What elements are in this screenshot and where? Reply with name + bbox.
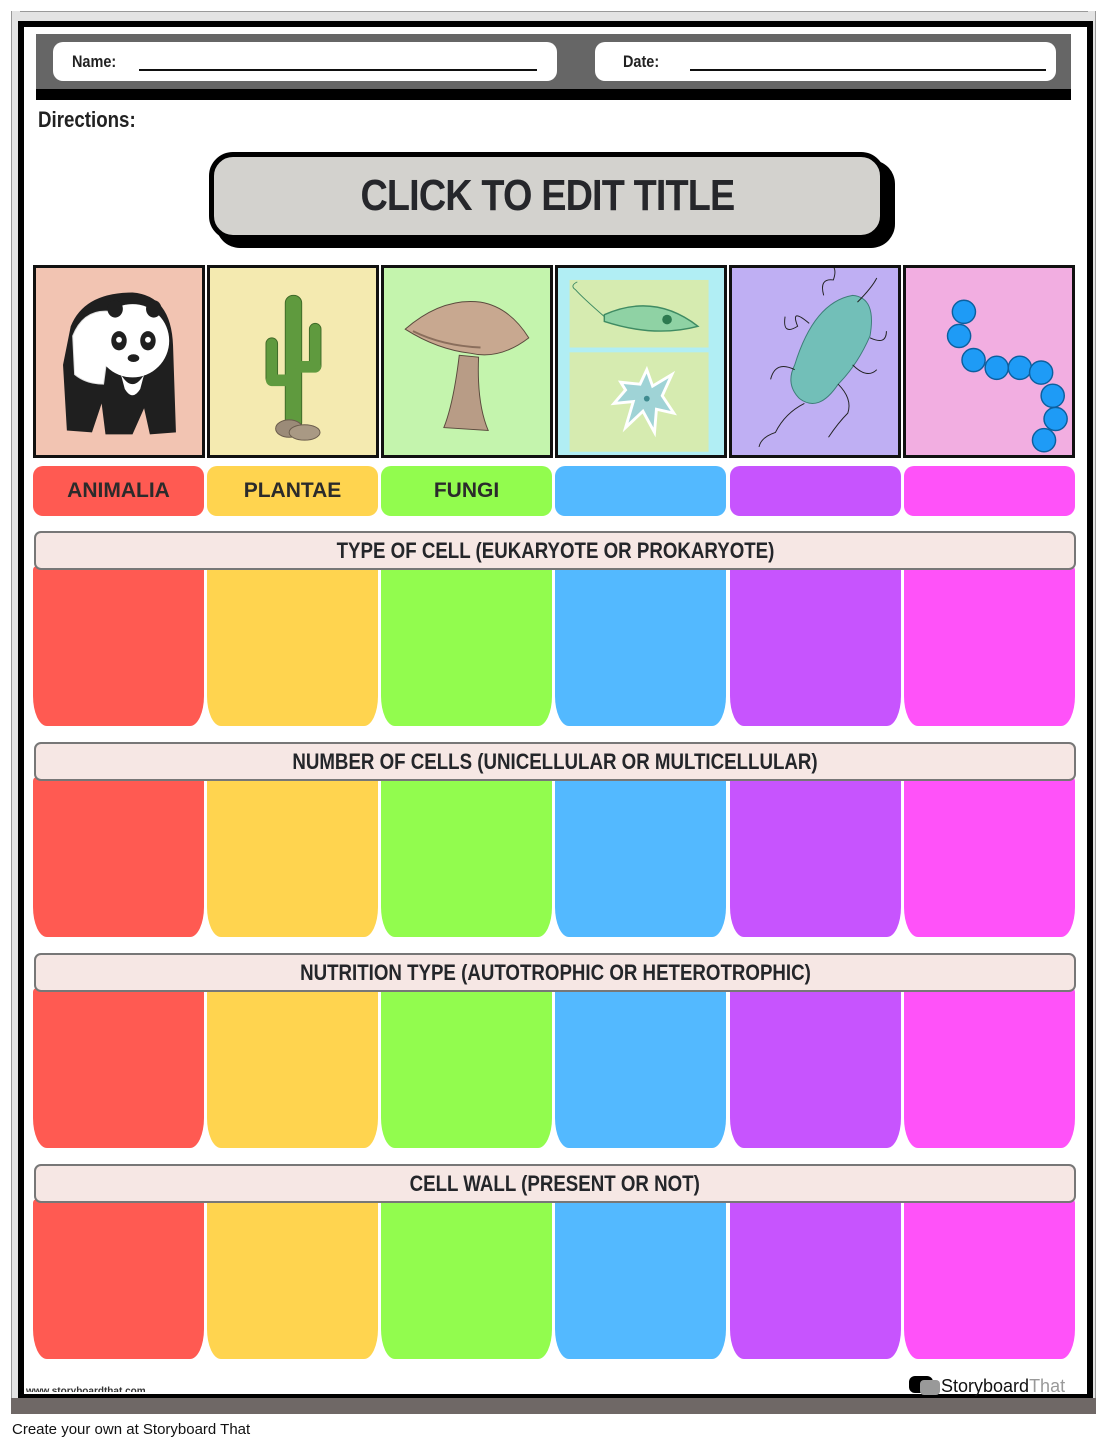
kingdom-label-plantae[interactable]: PLANTAE — [207, 466, 378, 516]
kingdom-label-blank-1[interactable] — [555, 466, 726, 516]
section-title: CELL WALL (PRESENT OR NOT) — [409, 1170, 701, 1196]
storyboardthat-logo[interactable]: StoryboardThat — [909, 1374, 1065, 1398]
kingdom-label-blank-2[interactable] — [730, 466, 901, 516]
kingdom-label-fungi[interactable]: FUNGI — [381, 466, 552, 516]
answer-box[interactable] — [33, 566, 204, 726]
section-title: NUMBER OF CELLS (UNICELLULAR OR MULTICEL… — [292, 748, 818, 774]
page-title[interactable]: CLICK TO EDIT TITLE — [360, 171, 735, 221]
header-bar: Name: Date: — [36, 34, 1071, 100]
answer-box[interactable] — [381, 777, 552, 937]
cocci-chain-icon — [946, 299, 1068, 453]
directions-label: Directions: — [38, 107, 136, 132]
image-cell-bacterium[interactable] — [729, 265, 901, 458]
kingdom-row: ANIMALIA PLANTAE FUNGI — [33, 466, 1075, 516]
answer-box[interactable] — [33, 777, 204, 937]
image-row — [33, 265, 1075, 458]
answer-box[interactable] — [381, 988, 552, 1148]
section-title: NUTRITION TYPE (AUTOTROPHIC OR HETEROTRO… — [299, 959, 811, 985]
section-header-cell-type: TYPE OF CELL (EUKARYOTE OR PROKARYOTE) — [34, 531, 1076, 570]
name-label: Name: — [72, 51, 117, 71]
answer-box[interactable] — [555, 566, 726, 726]
answer-box[interactable] — [33, 988, 204, 1148]
answer-box[interactable] — [904, 988, 1075, 1148]
answer-box[interactable] — [730, 1199, 901, 1359]
answer-box[interactable] — [904, 777, 1075, 937]
answer-box[interactable] — [730, 566, 901, 726]
watermark-url: www.storyboardthat.com — [26, 1386, 146, 1392]
answer-box[interactable] — [207, 777, 378, 937]
answer-box[interactable] — [33, 1199, 204, 1359]
answer-box[interactable] — [904, 1199, 1075, 1359]
answer-row-cell-wall — [33, 1199, 1077, 1359]
answer-row-cell-type — [33, 566, 1077, 726]
answer-box[interactable] — [555, 988, 726, 1148]
image-cell-mushroom[interactable] — [381, 265, 553, 458]
protist-icon — [569, 279, 709, 452]
image-cell-protists[interactable] — [555, 265, 727, 458]
answer-box[interactable] — [555, 1199, 726, 1359]
cactus-icon — [265, 294, 322, 441]
answer-row-nutrition-type — [33, 988, 1077, 1148]
section-title: TYPE OF CELL (EUKARYOTE OR PROKARYOTE) — [336, 537, 774, 563]
date-label: Date: — [623, 51, 660, 71]
frame-bottom-edge — [11, 1398, 1096, 1414]
panda-icon — [63, 292, 176, 435]
answer-box[interactable] — [555, 777, 726, 937]
answer-box[interactable] — [207, 566, 378, 726]
answer-box[interactable] — [730, 988, 901, 1148]
answer-row-number-of-cells — [33, 777, 1077, 937]
title-box[interactable]: CLICK TO EDIT TITLE — [209, 152, 885, 240]
name-line — [139, 69, 537, 71]
kingdom-label-blank-3[interactable] — [904, 466, 1075, 516]
image-cell-panda[interactable] — [33, 265, 205, 458]
section-header-nutrition-type: NUTRITION TYPE (AUTOTROPHIC OR HETEROTRO… — [34, 953, 1076, 992]
image-cell-cocci-chain[interactable] — [903, 265, 1075, 458]
mushroom-icon — [404, 301, 530, 432]
logo-accent-text: That — [1029, 1375, 1066, 1396]
answer-box[interactable] — [730, 777, 901, 937]
date-field[interactable]: Date: — [595, 42, 1056, 81]
answer-box[interactable] — [904, 566, 1075, 726]
logo-main-text: Storyboard — [941, 1375, 1030, 1396]
answer-box[interactable] — [381, 566, 552, 726]
section-header-number-of-cells: NUMBER OF CELLS (UNICELLULAR OR MULTICEL… — [34, 742, 1076, 781]
bacterium-icon — [758, 268, 887, 448]
image-cell-cactus[interactable] — [207, 265, 379, 458]
footer-caption[interactable]: Create your own at Storyboard That — [12, 1421, 250, 1438]
answer-box[interactable] — [207, 988, 378, 1148]
speech-bubbles-icon — [909, 1374, 943, 1398]
date-line — [690, 69, 1046, 71]
name-field[interactable]: Name: — [53, 42, 557, 81]
section-header-cell-wall: CELL WALL (PRESENT OR NOT) — [34, 1164, 1076, 1203]
kingdom-label-animalia[interactable]: ANIMALIA — [33, 466, 204, 516]
answer-box[interactable] — [207, 1199, 378, 1359]
answer-box[interactable] — [381, 1199, 552, 1359]
